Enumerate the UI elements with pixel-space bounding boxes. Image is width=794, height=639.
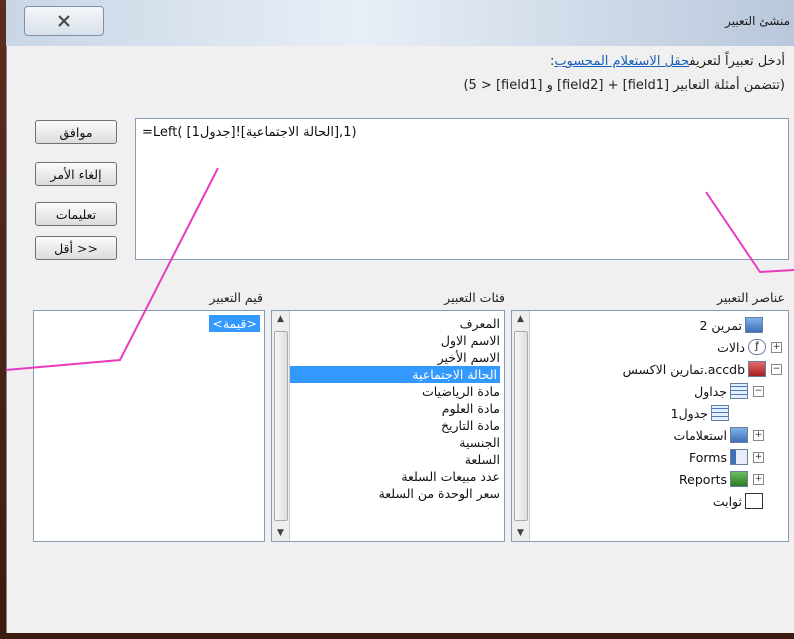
tree-item-exercise2[interactable]: تمرين 2 [699, 315, 766, 335]
category-item[interactable]: عدد مبيعات السلعة [401, 468, 500, 485]
elements-label: عناصر التعبير [716, 290, 785, 305]
categories-label: فئات التعبير [444, 290, 505, 305]
tree-item-forms[interactable]: Forms + [689, 447, 766, 467]
form-icon [730, 449, 748, 465]
dialog-body: أدخل تعبيراً لتعريفحقل الاستعلام المحسوب… [6, 46, 794, 633]
category-item-selected[interactable]: الحالة الاجتماعية [290, 366, 500, 383]
collapse-icon[interactable]: − [771, 363, 782, 375]
scroll-thumb[interactable] [274, 331, 288, 521]
values-list[interactable]: <قيمة> [33, 310, 265, 542]
category-item[interactable]: السلعة [465, 451, 500, 468]
function-icon: ƒ [748, 339, 766, 355]
category-item[interactable]: الجنسية [459, 434, 500, 451]
tree-item-constants[interactable]: ثوابت [713, 491, 766, 511]
category-item[interactable]: مادة الرياضيات [422, 383, 500, 400]
tree-item-functions[interactable]: دالات ƒ + [717, 337, 784, 357]
instruction-examples: (تتضمن أمثلة التعابير [field1] + [field2… [463, 78, 785, 93]
report-icon [730, 471, 748, 487]
tree-item-database[interactable]: تمارين الاكسس.accdb − [623, 359, 784, 379]
category-item[interactable]: سعر الوحدة من السلعة [379, 485, 500, 502]
expand-icon[interactable]: + [753, 451, 764, 463]
scroll-thumb[interactable] [514, 331, 528, 521]
table-icon [711, 405, 729, 421]
constant-icon [745, 493, 763, 509]
calculated-field-link[interactable]: حقل الاستعلام المحسوب [554, 54, 689, 69]
query-icon [730, 427, 748, 443]
scroll-down-icon[interactable]: ▼ [272, 525, 289, 541]
cancel-button[interactable]: إلغاء الأمر [35, 162, 117, 186]
window-frame: منشئ التعبير أدخل تعبيراً لتعريفحقل الاس… [0, 0, 794, 639]
table-icon [730, 383, 748, 399]
tree-item-reports[interactable]: Reports + [679, 469, 766, 489]
scroll-up-icon[interactable]: ▲ [512, 311, 529, 327]
close-button[interactable] [24, 6, 104, 36]
ok-button[interactable]: موافق [35, 120, 117, 144]
expression-editor[interactable]: =Left( [جدول1]![الحالة الاجتماعية],1) [135, 118, 789, 260]
expand-icon[interactable]: + [753, 473, 764, 485]
database-icon [748, 361, 766, 377]
category-item[interactable]: المعرف [460, 315, 500, 332]
collapse-icon[interactable]: − [753, 385, 764, 397]
category-item[interactable]: الاسم الاول [441, 332, 500, 349]
close-icon [58, 15, 70, 27]
expand-icon[interactable]: + [771, 341, 782, 353]
categories-list[interactable]: ▲ ▼ المعرف الاسم الاول الاسم الأخير الحا… [271, 310, 505, 542]
tree-item-queries[interactable]: استعلامات + [674, 425, 766, 445]
category-item[interactable]: الاسم الأخير [438, 349, 500, 366]
instruction-line: أدخل تعبيراً لتعريفحقل الاستعلام المحسوب… [550, 54, 785, 69]
scroll-up-icon[interactable]: ▲ [272, 311, 289, 327]
scroll-down-icon[interactable]: ▼ [512, 525, 529, 541]
query-icon [745, 317, 763, 333]
value-item[interactable]: <قيمة> [209, 315, 260, 332]
tree-item-tables[interactable]: جداول − [694, 381, 766, 401]
title-bar: منشئ التعبير [6, 0, 794, 46]
category-item[interactable]: مادة العلوم [442, 400, 500, 417]
tree-item-table1[interactable]: جدول1 [671, 403, 732, 423]
less-button[interactable]: << أقل [35, 236, 117, 260]
categories-scrollbar[interactable]: ▲ ▼ [272, 311, 290, 541]
window-title: منشئ التعبير [725, 14, 790, 28]
help-button[interactable]: تعليمات [35, 202, 117, 226]
expression-text[interactable]: =Left( [جدول1]![الحالة الاجتماعية],1) [142, 125, 357, 140]
instruction-prefix: أدخل تعبيراً لتعريف [689, 54, 785, 69]
elements-scrollbar[interactable]: ▲ ▼ [512, 311, 530, 541]
expand-icon[interactable]: + [753, 429, 764, 441]
values-label: قيم التعبير [209, 290, 263, 305]
category-item[interactable]: مادة التاريخ [441, 417, 500, 434]
elements-tree[interactable]: ▲ ▼ تمرين 2 دالات ƒ + تمارين الاكسس.accdb −… [511, 310, 789, 542]
